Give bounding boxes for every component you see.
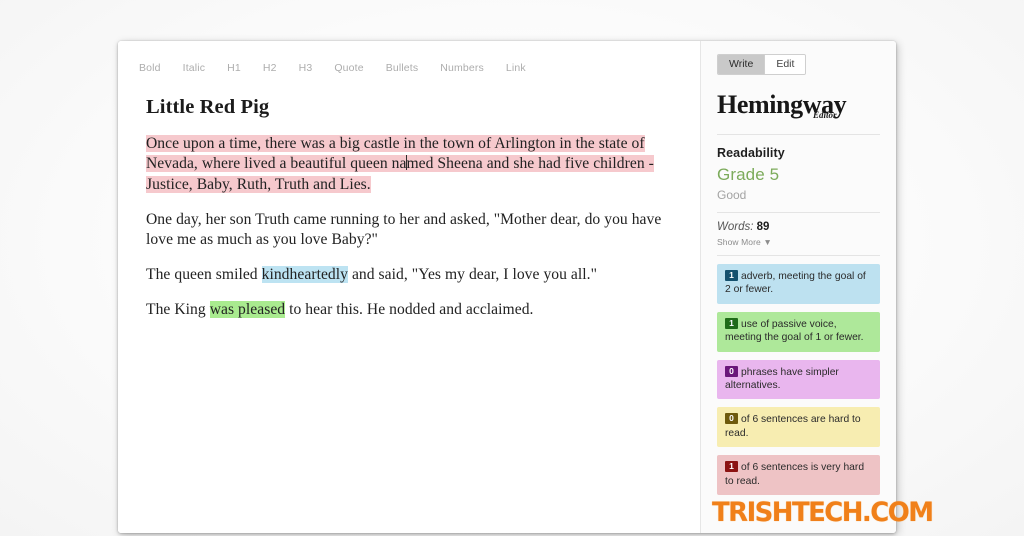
format-toolbar: Bold Italic H1 H2 H3 Quote Bullets Numbe… bbox=[118, 41, 700, 81]
show-more-toggle[interactable]: Show More ▼ bbox=[717, 237, 880, 247]
paragraph-1[interactable]: Once upon a time, there was a big castle… bbox=[146, 134, 672, 196]
readability-grade: Grade 5 bbox=[717, 165, 780, 184]
stat-card-passive-voice[interactable]: 1 use of passive voice, meeting the goal … bbox=[717, 311, 880, 352]
format-button-italic[interactable]: Italic bbox=[172, 59, 217, 77]
screenshot-root: Bold Italic H1 H2 H3 Quote Bullets Numbe… bbox=[0, 0, 1024, 536]
stat-count-badge: 1 bbox=[725, 270, 738, 281]
stat-card-hard-sentences[interactable]: 0 of 6 sentences are hard to read. bbox=[717, 407, 880, 448]
paragraph-3[interactable]: The queen smiled kindheartedly and said,… bbox=[146, 265, 672, 286]
stat-card-very-hard-sentences[interactable]: 1 of 6 sentences is very hard to read. bbox=[717, 455, 880, 496]
stat-count-badge: 1 bbox=[725, 461, 738, 473]
format-button-h3[interactable]: H3 bbox=[288, 59, 324, 77]
paragraph-3-text-after: and said, "Yes my dear, I love you all." bbox=[348, 266, 598, 284]
format-button-numbers[interactable]: Numbers bbox=[429, 59, 495, 77]
paragraph-2[interactable]: One day, her son Truth came running to h… bbox=[146, 210, 672, 251]
statistics-list: 1 adverb, meeting the goal of 2 or fewer.… bbox=[717, 264, 880, 496]
highlight-passive-voice: was pleased bbox=[209, 300, 286, 318]
stat-text: use of passive voice, meeting the goal o… bbox=[725, 318, 864, 344]
brand-name: Hemingway bbox=[717, 90, 847, 119]
stat-text: of 6 sentences are hard to read. bbox=[725, 414, 861, 439]
brand-subtitle: Editor bbox=[813, 110, 837, 120]
paragraph-4[interactable]: The King was pleased to hear this. He no… bbox=[146, 300, 672, 321]
readability-heading: Readability bbox=[717, 146, 785, 160]
word-count-label: Words: bbox=[717, 221, 754, 233]
stat-count-badge: 0 bbox=[725, 365, 738, 377]
document-editor-area[interactable]: Little Red Pig Once upon a time, there w… bbox=[118, 81, 700, 321]
format-button-link[interactable]: Link bbox=[495, 59, 537, 77]
readability-grade-description: Good bbox=[717, 188, 747, 202]
mode-button-write[interactable]: Write bbox=[718, 55, 765, 74]
mode-toggle-group: Write Edit bbox=[717, 54, 807, 75]
hemingway-app-window: Bold Italic H1 H2 H3 Quote Bullets Numbe… bbox=[118, 41, 896, 533]
format-button-bold[interactable]: Bold bbox=[128, 59, 172, 77]
stat-card-simpler-alternatives[interactable]: 0 phrases have simpler alternatives. bbox=[717, 359, 880, 400]
word-count-value: 89 bbox=[756, 221, 770, 233]
divider-above-stats bbox=[717, 255, 880, 256]
analysis-sidebar: Write Edit Hemingway Editor Readability … bbox=[700, 41, 896, 533]
format-button-quote[interactable]: Quote bbox=[323, 59, 374, 77]
brand-logo: Hemingway Editor bbox=[717, 91, 880, 125]
text-caret bbox=[405, 155, 407, 171]
divider-above-wordcount bbox=[717, 212, 880, 213]
paragraph-4-text-before: The King bbox=[146, 300, 210, 318]
highlight-adverb: kindheartedly bbox=[261, 266, 348, 284]
editor-pane: Bold Italic H1 H2 H3 Quote Bullets Numbe… bbox=[118, 41, 700, 533]
stat-text: adverb, meeting the goal of 2 or fewer. bbox=[725, 271, 866, 296]
format-button-h2[interactable]: H2 bbox=[252, 59, 288, 77]
highlight-very-hard-sentence: Once upon a time, there was a big castle… bbox=[146, 134, 654, 193]
divider-below-brand bbox=[717, 134, 880, 135]
stat-card-adverbs[interactable]: 1 adverb, meeting the goal of 2 or fewer. bbox=[717, 264, 880, 304]
paragraph-4-text-after: to hear this. He nodded and acclaimed. bbox=[285, 300, 534, 318]
format-button-bullets[interactable]: Bullets bbox=[375, 59, 430, 77]
stat-text: phrases have simpler alternatives. bbox=[725, 366, 839, 392]
chevron-down-icon: ▼ bbox=[763, 237, 772, 247]
show-more-label: Show More bbox=[717, 237, 761, 247]
paragraph-3-text-before: The queen smiled bbox=[146, 266, 262, 284]
stat-count-badge: 0 bbox=[725, 413, 738, 425]
document-title[interactable]: Little Red Pig bbox=[146, 95, 672, 120]
mode-button-edit[interactable]: Edit bbox=[765, 55, 806, 74]
format-button-h1[interactable]: H1 bbox=[216, 59, 252, 77]
stat-text: of 6 sentences is very hard to read. bbox=[725, 462, 865, 487]
word-count: Words: 89 bbox=[717, 221, 880, 233]
stat-count-badge: 1 bbox=[725, 317, 738, 329]
